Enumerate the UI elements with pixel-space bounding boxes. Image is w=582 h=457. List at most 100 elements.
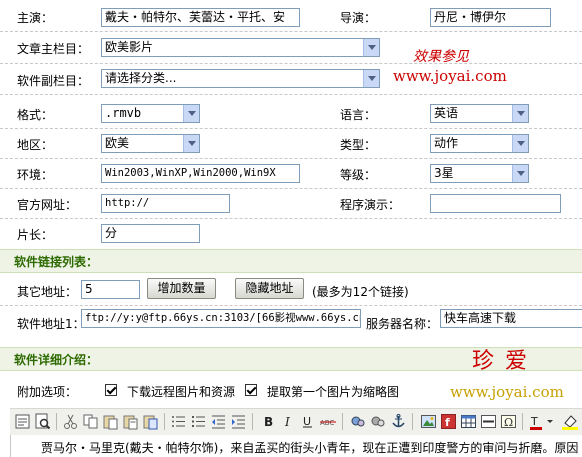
server-name-input[interactable]: 快车高速下载 <box>440 309 582 328</box>
sub-column-value: 请选择分类... <box>105 71 177 85</box>
paste-text-icon[interactable] <box>122 413 139 430</box>
indent-icon[interactable] <box>230 413 247 430</box>
bg-color-icon[interactable] <box>562 413 579 430</box>
text-color-icon[interactable]: T <box>530 413 558 430</box>
type-select[interactable]: 动作 <box>430 134 529 153</box>
type-label: 类型： <box>340 138 377 152</box>
sub-column-label: 软件副栏目： <box>17 74 90 88</box>
watermark-cn-top: 效果参见 <box>413 49 469 65</box>
region-row: 地区： 欧美 类型： 动作 <box>0 129 582 159</box>
outdent-icon[interactable] <box>210 413 227 430</box>
chevron-down-icon[interactable] <box>183 135 199 152</box>
grade-value: 3星 <box>434 166 454 180</box>
bold-icon[interactable]: B <box>260 413 277 430</box>
add-count-button[interactable]: 增加数量 <box>147 278 216 299</box>
watermark-url-top: www.joyai.com <box>393 67 507 85</box>
main-column-select[interactable]: 欧美影片 <box>101 38 380 57</box>
director-input[interactable]: 丹尼・博伊尔 <box>430 8 551 27</box>
svg-text:B: B <box>264 415 273 429</box>
language-value: 英语 <box>434 106 459 120</box>
grade-label: 等级： <box>340 168 377 182</box>
address1-label: 软件地址1： <box>17 317 85 331</box>
copy-icon[interactable] <box>82 413 99 430</box>
paste-icon[interactable] <box>102 413 119 430</box>
preview-icon[interactable] <box>34 413 51 430</box>
options-label: 附加选项： <box>17 385 78 399</box>
extract-thumbnail-label: 提取第一个图片为缩略图 <box>267 385 400 399</box>
env-input[interactable]: Win2003,WinXP,Win2000,Win9X <box>101 164 300 183</box>
svg-text:I: I <box>284 415 290 429</box>
link-icon[interactable] <box>350 413 367 430</box>
chevron-down-icon[interactable] <box>363 70 379 87</box>
svg-text:T: T <box>530 415 538 428</box>
underline-icon[interactable]: U <box>300 413 317 430</box>
anchor-icon[interactable] <box>390 413 407 430</box>
env-label: 环境： <box>17 168 54 182</box>
address1-input[interactable]: ftp://y:y@ftp.66ys.cn:3103/[66影视www.66ys… <box>81 309 361 328</box>
unlink-icon[interactable] <box>370 413 387 430</box>
language-select[interactable]: 英语 <box>430 104 529 123</box>
region-select[interactable]: 欧美 <box>101 134 200 153</box>
links-section-header: 软件链接列表： <box>0 249 582 273</box>
format-row: 格式： .rmvb 语言： 英语 <box>0 98 582 129</box>
actor-input[interactable]: 戴夫・帕特尔、芙蕾达・平托、安 <box>101 8 300 27</box>
env-row: 环境： Win2003,WinXP,Win2000,Win9X 等级： 3星 <box>0 159 582 189</box>
editor-text: 贾马尔・马里克(戴夫・帕特尔饰)，来自孟买的街头小青年，现在正遭到印度警方的审问… <box>41 441 579 455</box>
chevron-down-icon[interactable] <box>512 165 528 182</box>
actor-label: 主演： <box>17 11 54 25</box>
sub-column-select[interactable]: 请选择分类... <box>101 69 380 88</box>
length-row: 片长： 分 <box>0 219 582 248</box>
type-value: 动作 <box>434 136 459 150</box>
download-remote-label: 下载远程图片和资源 <box>127 385 236 399</box>
website-label: 官方网址： <box>17 198 78 212</box>
cut-icon[interactable] <box>62 413 79 430</box>
links-section-title: 软件链接列表： <box>14 255 99 269</box>
unordered-list-icon[interactable] <box>190 413 207 430</box>
other-address-label: 其它地址： <box>17 285 78 299</box>
length-input[interactable]: 分 <box>101 224 200 243</box>
address1-row: 软件地址1： ftp://y:y@ftp.66ys.cn:3103/[66影视w… <box>0 306 582 340</box>
watermark-cn-bottom: 珍 爱 <box>472 349 529 374</box>
hide-address-button[interactable]: 隐藏地址 <box>235 278 304 299</box>
svg-text:ABC: ABC <box>320 419 334 427</box>
source-icon[interactable] <box>14 413 31 430</box>
demo-input[interactable] <box>430 194 561 213</box>
format-label: 格式： <box>17 108 54 122</box>
download-remote-checkbox[interactable] <box>105 384 117 396</box>
editor-content[interactable]: 贾马尔・马里克(戴夫・帕特尔饰)，来自孟买的街头小青年，现在正遭到印度警方的审问… <box>10 435 582 457</box>
special-char-icon[interactable]: Ω <box>500 413 517 430</box>
chevron-down-icon[interactable] <box>512 105 528 122</box>
svg-text:U: U <box>303 415 311 428</box>
main-column-value: 欧美影片 <box>105 40 154 54</box>
strikethrough-icon[interactable]: ABC <box>320 413 337 430</box>
extract-thumbnail-checkbox[interactable] <box>245 384 257 396</box>
paste-word-icon[interactable] <box>142 413 159 430</box>
actor-row: 主演： 戴夫・帕特尔、芙蕾达・平托、安 导演： 丹尼・博伊尔 <box>0 0 582 32</box>
chevron-down-icon[interactable] <box>183 105 199 122</box>
region-value: 欧美 <box>105 136 130 150</box>
language-label: 语言： <box>340 108 377 122</box>
italic-icon[interactable]: I <box>280 413 297 430</box>
format-select[interactable]: .rmvb <box>101 104 200 123</box>
max-links-note: (最多为12个链接) <box>312 285 409 299</box>
format-value: .rmvb <box>105 106 142 120</box>
svg-text:f: f <box>445 416 450 429</box>
hr-icon[interactable] <box>480 413 497 430</box>
flash-icon[interactable]: f <box>440 413 457 430</box>
website-input[interactable]: http:// <box>101 194 230 213</box>
image-icon[interactable] <box>420 413 437 430</box>
options-row: 附加选项： 下载远程图片和资源 提取第一个图片为缩略图 <box>0 374 582 406</box>
website-row: 官方网址： http:// 程序演示： <box>0 189 582 219</box>
chevron-down-icon[interactable] <box>363 39 379 56</box>
length-label: 片长： <box>17 228 54 242</box>
editor-toolbar: B I U ABC f Ω T <box>10 408 582 436</box>
demo-label: 程序演示： <box>340 198 401 212</box>
other-address-row: 其它地址： 5 增加数量 隐藏地址 (最多为12个链接) <box>0 273 582 306</box>
grade-select[interactable]: 3星 <box>430 164 529 183</box>
region-label: 地区： <box>17 138 54 152</box>
chevron-down-icon[interactable] <box>512 135 528 152</box>
link-count-input[interactable]: 5 <box>81 280 140 299</box>
table-icon[interactable] <box>460 413 477 430</box>
ordered-list-icon[interactable] <box>170 413 187 430</box>
main-column-row: 文章主栏目： 欧美影片 <box>0 32 582 64</box>
